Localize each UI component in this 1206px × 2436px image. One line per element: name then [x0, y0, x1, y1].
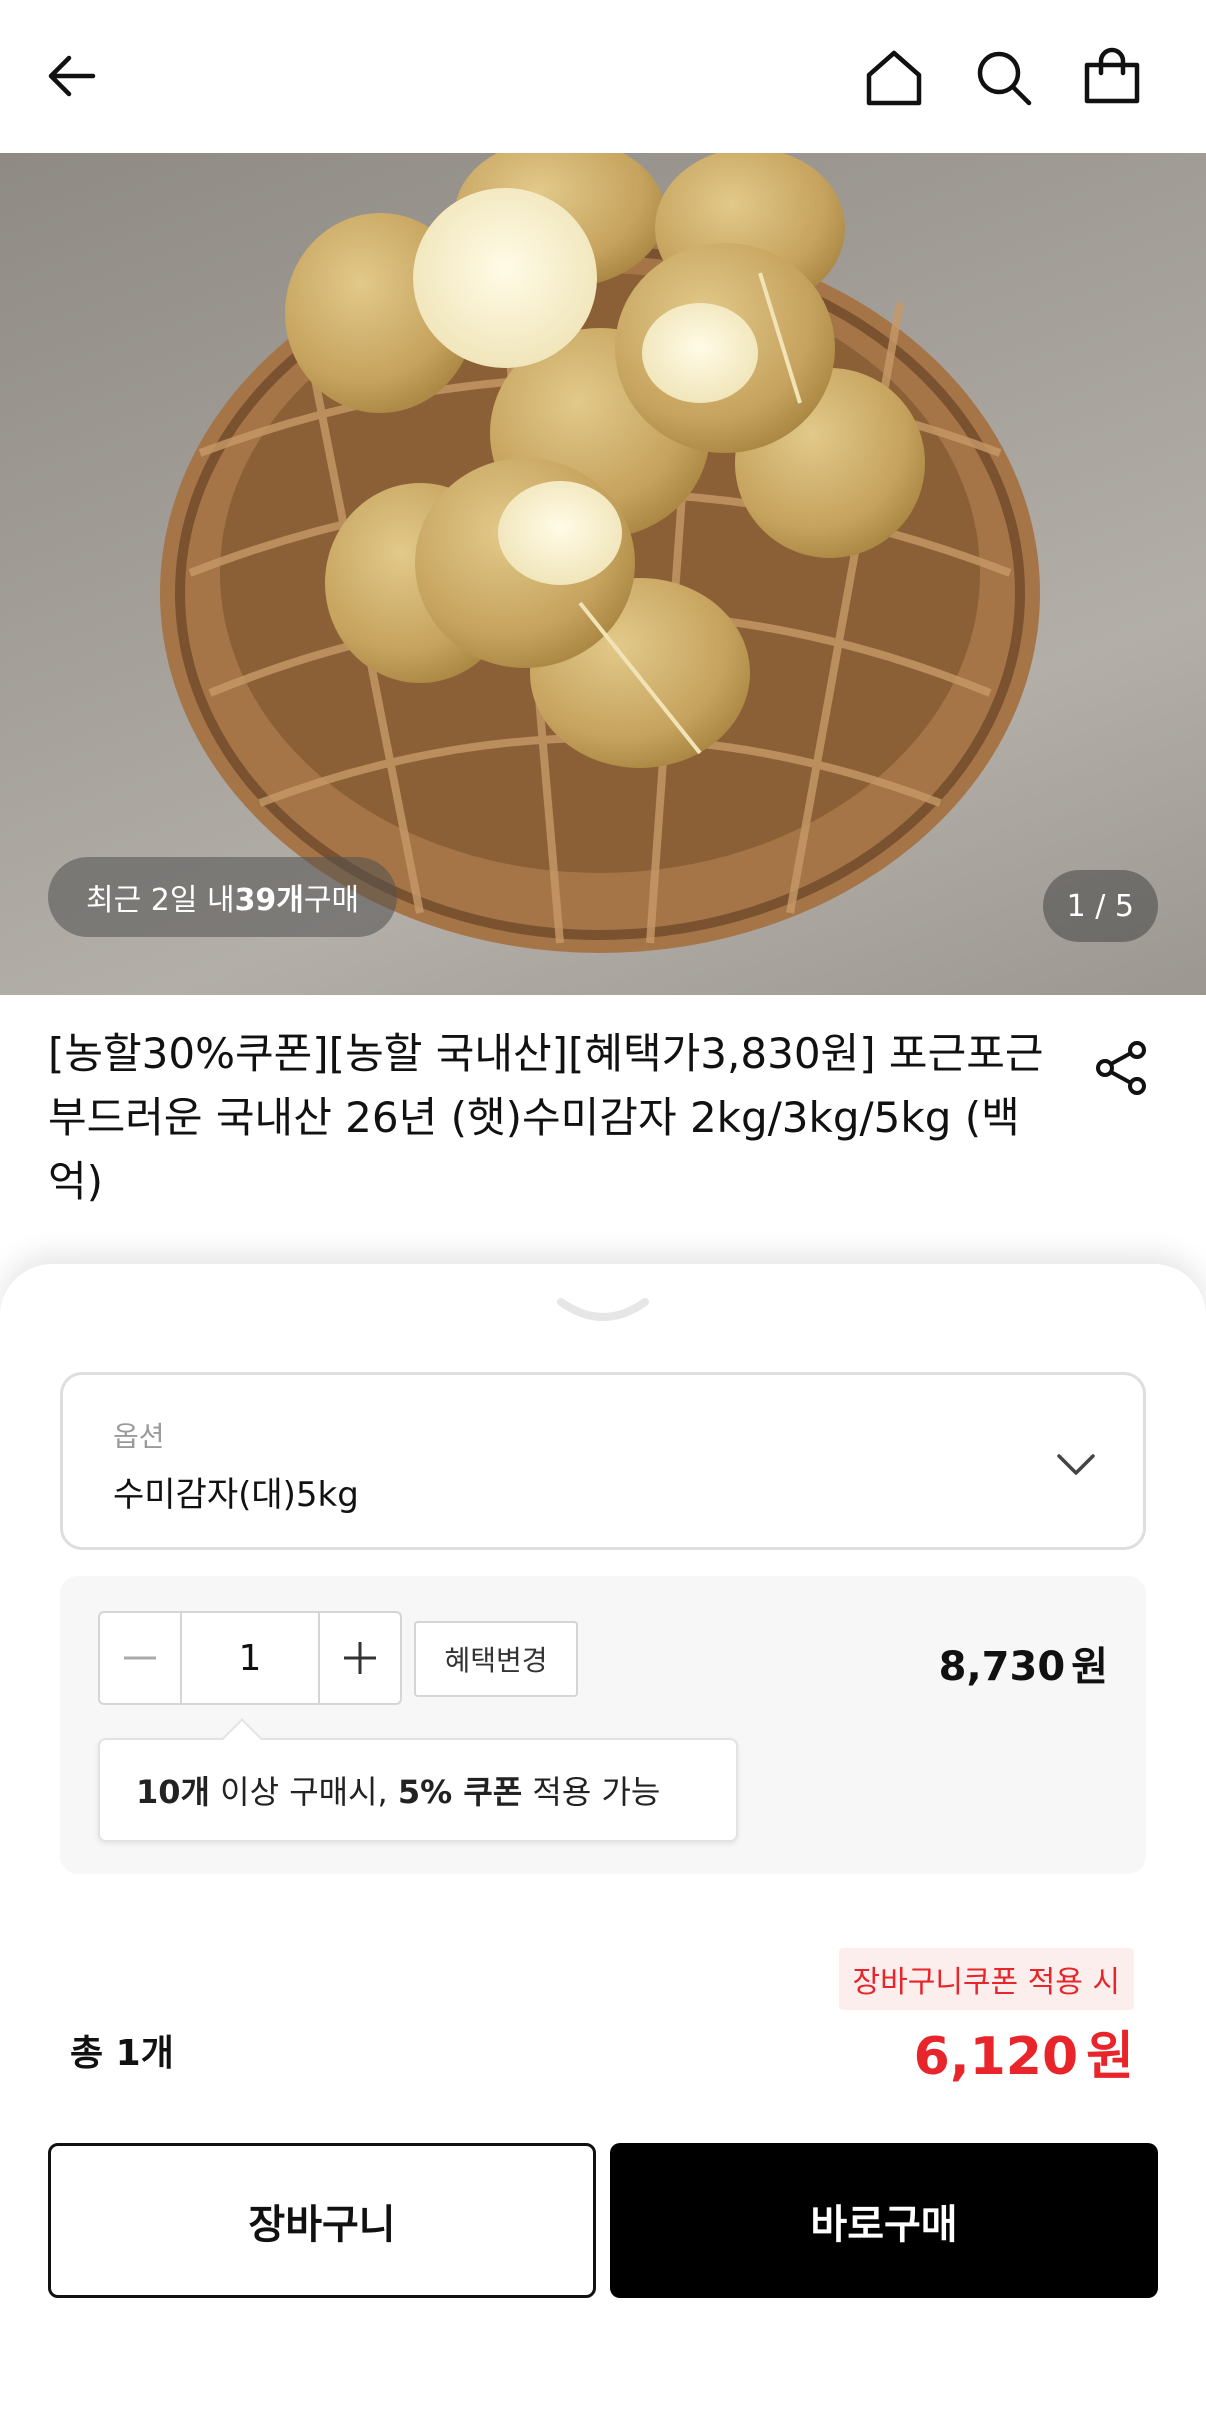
plus-icon — [344, 1642, 376, 1674]
option-select[interactable]: 옵션 수미감자(대)5kg — [60, 1372, 1146, 1550]
sheet-collapse-handle[interactable] — [553, 1292, 653, 1332]
item-price-currency: 원 — [1071, 1644, 1108, 1690]
quantity-panel: 1 혜택변경 8,730 원 10개 이상 구매시, 5% 쿠폰 적용 가능 — [60, 1576, 1146, 1874]
home-icon — [866, 50, 922, 106]
change-benefit-button[interactable]: 혜택변경 — [414, 1621, 578, 1697]
share-button[interactable] — [1090, 1036, 1154, 1100]
product-image-carousel[interactable]: 최근 2일 내 39개 구매 1 / 5 — [0, 153, 1206, 995]
purchase-suffix-text: 구매 — [303, 883, 360, 918]
chevron-down-icon — [1057, 1454, 1095, 1475]
quantity-value[interactable]: 1 — [180, 1613, 320, 1703]
cart-coupon-badge: 장바구니쿠폰 적용 시 — [838, 1948, 1134, 2010]
purchase-prefix-text: 최근 2일 내 — [86, 883, 235, 918]
option-label: 옵션 — [113, 1420, 165, 1453]
purchase-bottom-sheet: 옵션 수미감자(대)5kg 1 혜택변경 8,730 원 10개 이상 구매시, … — [0, 1264, 1206, 2436]
image-page-indicator: 1 / 5 — [1042, 870, 1158, 942]
arrow-left-icon — [48, 55, 96, 97]
back-button[interactable] — [28, 36, 118, 116]
search-button[interactable] — [956, 36, 1052, 120]
total-count-label: 총 1개 — [70, 2033, 174, 2074]
top-nav-bar — [0, 0, 1206, 153]
tooltip-text-1: 이상 구매시, — [209, 1773, 398, 1811]
tooltip-coupon: 5% 쿠폰 — [397, 1773, 523, 1811]
item-price: 8,730 원 — [939, 1634, 1108, 1692]
shopping-bag-button[interactable] — [1064, 36, 1160, 120]
tooltip-arrow — [222, 1718, 262, 1758]
add-to-cart-button[interactable]: 장바구니 — [48, 2143, 596, 2298]
item-price-value: 8,730 — [938, 1644, 1066, 1690]
total-price-currency: 원 — [1086, 2027, 1134, 2087]
total-price: 6,120 원 — [914, 2014, 1134, 2089]
tooltip-count: 10개 — [136, 1773, 210, 1811]
bulk-coupon-tooltip: 10개 이상 구매시, 5% 쿠폰 적용 가능 — [98, 1718, 738, 1842]
purchase-count: 39개 — [234, 883, 304, 918]
shopping-bag-icon — [1084, 47, 1140, 104]
buy-now-button[interactable]: 바로구매 — [610, 2143, 1158, 2298]
share-icon — [1096, 1041, 1146, 1095]
minus-icon — [124, 1656, 156, 1660]
product-title: [농할30%쿠폰][농할 국내산][혜택가3,830원] 포근포근 부드러운 국… — [48, 1029, 1044, 1206]
search-icon — [977, 51, 1032, 106]
home-button[interactable] — [846, 36, 942, 120]
quantity-increase-button[interactable] — [320, 1613, 400, 1703]
quantity-stepper: 1 — [98, 1611, 402, 1705]
quantity-decrease-button[interactable] — [100, 1613, 180, 1703]
option-selected-value: 수미감자(대)5kg — [113, 1475, 359, 1515]
total-price-value: 6,120 — [913, 2027, 1079, 2087]
tooltip-text-2: 적용 가능 — [522, 1773, 661, 1811]
recent-purchase-badge: 최근 2일 내 39개 구매 — [48, 857, 398, 937]
